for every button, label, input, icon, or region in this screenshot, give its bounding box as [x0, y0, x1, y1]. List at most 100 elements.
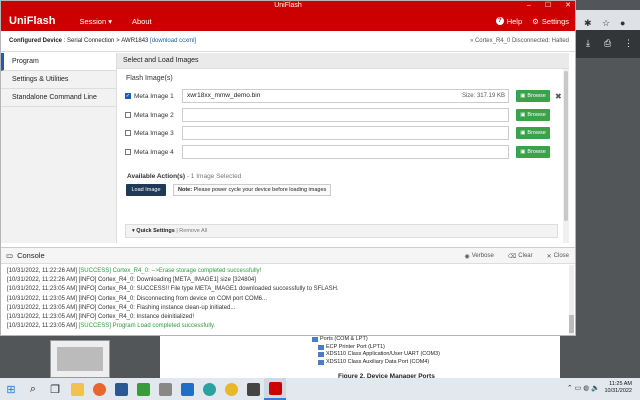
log-message: [INFO] Cortex_R4_0: Disconnecting from d… [78, 295, 268, 302]
settings-button[interactable]: ⚙ Settings [532, 17, 569, 26]
word-icon[interactable] [110, 378, 132, 400]
meta-image-3-checkbox[interactable] [125, 130, 131, 136]
more-icon[interactable]: ⋮ [624, 38, 633, 49]
help-icon: ? [495, 17, 504, 25]
remove-all-link[interactable]: | Remove All [175, 228, 207, 234]
download-ccxml-link[interactable]: [download ccxml] [150, 38, 196, 44]
mail-icon[interactable] [176, 378, 198, 400]
console-scroll-thumb[interactable] [569, 315, 574, 333]
console-log: [10/31/2022, 11:22:26 AM] [SUCCESS] Cort… [1, 264, 575, 331]
system-tray[interactable]: ⌃ ▭ ◍ 🔈 [567, 384, 600, 392]
log-line: [10/31/2022, 11:22:26 AM] [INFO] Cortex_… [7, 276, 575, 285]
port-icon [318, 359, 324, 365]
meta-image-1-checkbox[interactable]: ✓ [125, 93, 131, 99]
app-brand: UniFlash [9, 15, 56, 27]
firefox-icon[interactable] [88, 378, 110, 400]
sidebar-item-settings-utilities[interactable]: Settings & Utilities [1, 71, 116, 89]
clock-date: 10/31/2022 [604, 388, 632, 394]
task-view-icon[interactable]: ❐ [44, 378, 66, 400]
folder-icon: ▣ [520, 93, 526, 99]
tree-item: ECP Printer Port (LPT1) [326, 343, 385, 350]
meta-image-2-field[interactable] [182, 108, 509, 122]
program-panel: Select and Load Images Flash Image(s) ✓ … [117, 53, 569, 243]
meta-image-4-checkbox[interactable] [125, 149, 131, 155]
profile-icon[interactable]: ● [620, 18, 625, 28]
help-button[interactable]: ? Help [495, 16, 523, 26]
close-label: Close [553, 253, 569, 259]
log-line: [10/31/2022, 11:23:05 AM] [SUCCESS] Prog… [7, 322, 575, 331]
store-icon[interactable] [132, 378, 154, 400]
pdf-thumbnail[interactable] [50, 340, 110, 378]
browse-label: Browse [527, 130, 546, 136]
eye-icon: ◉ [464, 253, 470, 260]
available-actions-label: Available Action(s) - 1 Image Selected [127, 173, 241, 180]
log-message: [SUCCESS] Program Load completed success… [78, 323, 216, 330]
close-window-button[interactable]: ✕ [565, 1, 571, 11]
panel-scrollbar[interactable] [563, 69, 569, 243]
verbose-button[interactable]: ◉ Verbose [465, 253, 494, 260]
maximize-button[interactable]: ☐ [545, 1, 551, 11]
note-text: Please power cycle your device before lo… [192, 187, 327, 193]
actions-title: Available Action(s) [127, 173, 186, 180]
browse-button[interactable]: ▣ Browse [516, 146, 550, 158]
scroll-thumb[interactable] [564, 71, 568, 221]
about-menu[interactable]: About [122, 17, 162, 26]
clear-button[interactable]: ⌫ Clear [508, 253, 533, 260]
power-cycle-note: Note: Please power cycle your device bef… [173, 184, 332, 196]
sidebar-item-program[interactable]: Program [1, 53, 116, 71]
clock[interactable]: 11:25 AM 10/31/2022 [604, 381, 632, 395]
tree-item: XDS110 Class Application/User UART (COM3… [326, 351, 441, 357]
console-scrollbar[interactable] [569, 265, 574, 335]
browse-button[interactable]: ▣ Browse [516, 109, 550, 121]
chrome-icon[interactable] [220, 378, 242, 400]
package-icon[interactable] [154, 378, 176, 400]
device-manager-tree: Ports (COM & LPT) ECP Printer Port (LPT1… [298, 336, 440, 366]
clear-label: Clear [518, 253, 533, 259]
connection-type: : Serial Connection [63, 38, 115, 44]
panel-header: Select and Load Images [117, 53, 569, 69]
close-console-button[interactable]: ✕ Close [547, 253, 569, 260]
quick-settings-label[interactable]: Quick Settings [136, 228, 175, 234]
load-image-button[interactable]: Load Image [126, 184, 166, 196]
star-icon[interactable]: ☆ [602, 18, 610, 29]
minimize-button[interactable]: – [527, 1, 531, 11]
help-label: Help [506, 16, 523, 26]
remove-image-icon[interactable]: ✖ [555, 92, 562, 101]
console-panel: ▭ Console ◉ Verbose ⌫ Clear ✕ Close [10/31/2… [1, 247, 575, 335]
flash-images-label: Flash Image(s) [126, 75, 173, 82]
log-line: [10/31/2022, 11:23:05 AM] [INFO] Cortex_… [7, 295, 575, 304]
print-icon[interactable]: ⎙ [604, 38, 611, 49]
browse-button[interactable]: ▣ Browse [516, 127, 550, 139]
download-icon[interactable]: ⤓ [586, 38, 590, 49]
quick-settings-bar[interactable]: ▾ Quick Settings | Remove All [125, 224, 558, 238]
log-timestamp: [10/31/2022, 11:22:26 AM] [7, 268, 79, 274]
folder-icon: ▣ [520, 112, 526, 118]
app-icon[interactable] [242, 378, 264, 400]
sidebar-item-standalone-command-line[interactable]: Standalone Command Line [1, 89, 116, 107]
session-menu[interactable]: Session ▾ [69, 17, 122, 26]
log-line: [10/31/2022, 11:23:05 AM] [INFO] Cortex_… [7, 285, 575, 294]
console-header: ▭ Console ◉ Verbose ⌫ Clear ✕ Close [1, 248, 575, 264]
configured-device-bar: Configured Device : Serial Connection > … [1, 31, 575, 52]
meta-image-4-field[interactable] [182, 145, 509, 159]
log-timestamp: [10/31/2022, 11:23:05 AM] [7, 304, 79, 311]
meta-image-3-field[interactable] [182, 126, 509, 140]
tree-item: XDS110 Class Auxiliary Data Port (COM4) [326, 358, 430, 365]
file-name: xwr18xx_mmw_demo.bin [187, 92, 261, 99]
browse-button[interactable]: ▣ Browse [516, 90, 550, 102]
search-icon[interactable]: ⌕ [22, 378, 44, 400]
log-timestamp: [10/31/2022, 11:23:05 AM] [7, 314, 79, 321]
log-message: [INFO] Cortex_R4_0: Downloading [META_IM… [78, 277, 256, 284]
meta-image-1-field[interactable]: xwr18xx_mmw_demo.bin Size: 317.19 KB [182, 89, 509, 103]
extensions-icon[interactable]: ✱ [584, 18, 592, 29]
log-line: [10/31/2022, 11:23:05 AM] [INFO] Cortex_… [7, 304, 575, 313]
file-explorer-icon[interactable] [66, 378, 88, 400]
windows-start-icon[interactable]: ⊞ [0, 378, 22, 400]
edge-icon[interactable] [198, 378, 220, 400]
log-timestamp: [10/31/2022, 11:23:05 AM] [7, 286, 79, 293]
meta-image-2-checkbox[interactable] [125, 112, 131, 118]
browse-label: Browse [527, 112, 546, 118]
meta-image-row: ✓ Meta Image 1 xwr18xx_mmw_demo.bin Size:… [125, 89, 565, 103]
uniflash-taskbar-icon[interactable] [264, 378, 286, 400]
log-timestamp: [10/31/2022, 11:23:05 AM] [7, 295, 79, 302]
